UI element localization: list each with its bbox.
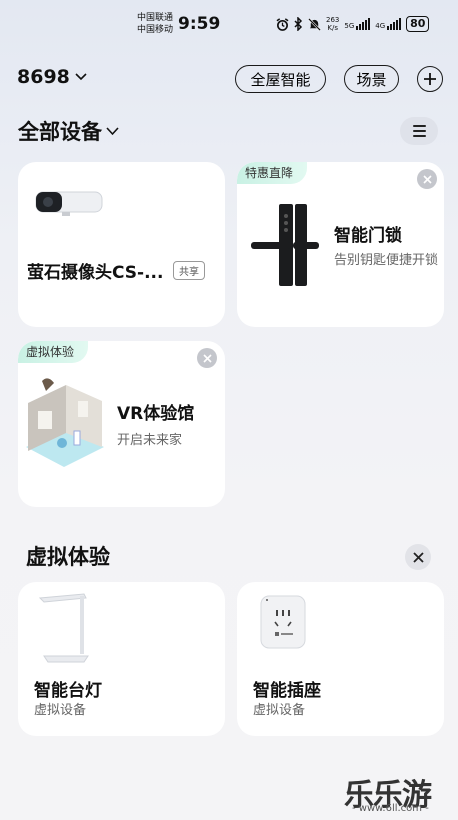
virtual-experience-tag: 虚拟体验 <box>18 341 89 363</box>
vr-subtitle: 开启未来家 <box>117 433 183 448</box>
vr-name: VR体验馆 <box>117 404 195 424</box>
signal-sim2-icon: 4G <box>375 18 402 30</box>
net-speed-value: 263 <box>326 16 340 24</box>
device-card-camera[interactable]: 萤石摄像头CS-... 共享 <box>18 162 225 327</box>
all-devices-title: 全部设备 <box>18 120 102 144</box>
status-icons: 263 K/s 5G 4G 80 <box>276 16 430 32</box>
device-card-vr[interactable]: 虚拟体验 VR体验馆 开启未来家 <box>18 341 225 507</box>
list-menu-button[interactable] <box>400 117 438 145</box>
menu-icon-line <box>412 135 426 137</box>
sim1-gen: 5G <box>344 22 355 30</box>
close-vr-button[interactable] <box>197 348 217 368</box>
device-card-door-lock[interactable]: 特惠直降 智能门锁 告别钥匙便捷开锁 <box>237 162 444 327</box>
close-promo-button[interactable] <box>417 169 437 189</box>
smart-plug-name: 智能插座 <box>253 681 321 701</box>
camera-device-name: 萤石摄像头CS-... <box>27 263 164 283</box>
add-button[interactable] <box>417 66 443 92</box>
virtual-section-title: 虚拟体验 <box>26 545 110 569</box>
desk-lamp-name: 智能台灯 <box>34 681 102 701</box>
home-selector[interactable]: 8698 <box>17 66 87 88</box>
close-icon <box>422 174 432 184</box>
chevron-down-icon <box>75 73 87 81</box>
vr-room-icon <box>26 378 104 467</box>
all-devices-dropdown[interactable]: 全部设备 <box>18 116 119 146</box>
close-virtual-section-button[interactable] <box>405 544 431 570</box>
bluetooth-icon <box>294 17 303 31</box>
close-icon <box>412 551 424 563</box>
net-speed: 263 K/s <box>326 16 339 32</box>
net-speed-unit: K/s <box>327 24 338 32</box>
virtual-card-smart-plug[interactable]: 智能插座 虚拟设备 <box>237 582 444 736</box>
door-lock-name: 智能门锁 <box>334 226 402 246</box>
carrier-1: 中国联通 <box>137 13 174 23</box>
carrier-2: 中国移动 <box>137 25 174 35</box>
mute-bell-icon <box>308 17 321 31</box>
desk-lamp-subtitle: 虚拟设备 <box>34 703 87 718</box>
chevron-down-icon <box>106 126 119 135</box>
shared-badge: 共享 <box>173 261 205 280</box>
carrier-labels: 中国联通 中国移动 <box>137 12 173 36</box>
battery-indicator: 80 <box>406 16 430 32</box>
smart-plug-subtitle: 虚拟设备 <box>253 703 306 718</box>
signal-sim1-icon: 5G <box>344 18 371 30</box>
status-time: 9:59 <box>178 14 221 34</box>
menu-icon-line <box>412 125 426 127</box>
desk-lamp-icon <box>38 593 89 663</box>
site-watermark-url: - www.6ll.com - <box>352 803 429 814</box>
camera-icon <box>35 191 103 216</box>
virtual-card-desk-lamp[interactable]: 智能台灯 虚拟设备 <box>18 582 225 736</box>
plus-icon <box>424 73 436 85</box>
whole-house-smart-button[interactable]: 全屋智能 <box>235 65 326 93</box>
sim2-gen: 4G <box>375 22 386 30</box>
close-icon <box>202 353 212 363</box>
alarm-icon <box>276 17 289 31</box>
menu-icon-line <box>412 130 426 132</box>
promo-tag: 特惠直降 <box>237 162 308 184</box>
smart-plug-icon <box>260 595 306 649</box>
home-name: 8698 <box>17 66 70 88</box>
scene-button[interactable]: 场景 <box>344 65 399 93</box>
door-lock-icon <box>251 204 319 286</box>
door-lock-subtitle: 告别钥匙便捷开锁 <box>334 253 439 268</box>
